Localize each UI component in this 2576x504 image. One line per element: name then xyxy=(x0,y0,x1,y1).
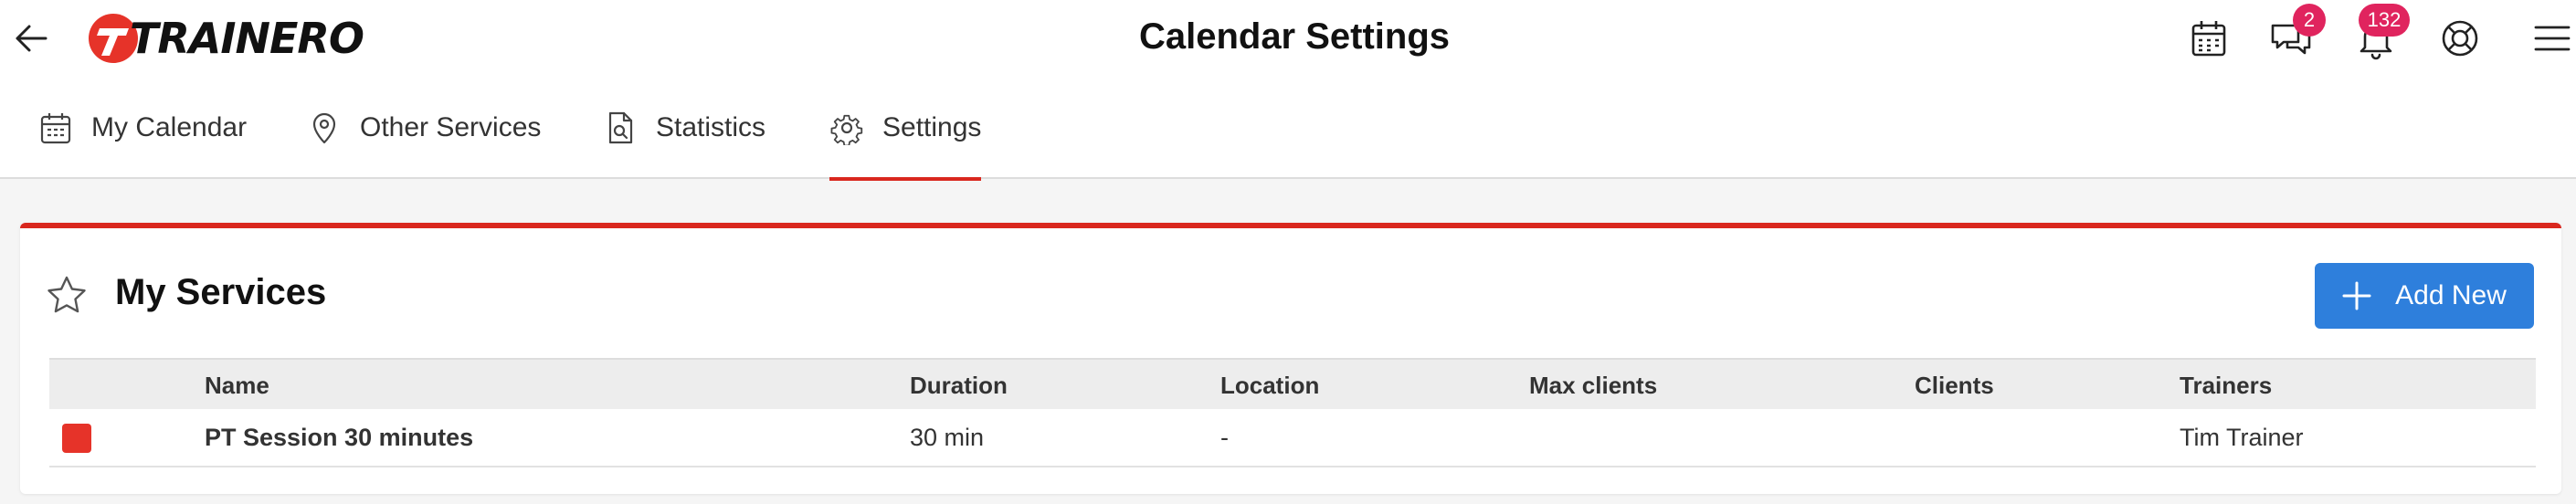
table-header: Name Duration Location Max clients Clien… xyxy=(49,358,2536,409)
add-new-label: Add New xyxy=(2395,280,2507,310)
star-icon[interactable] xyxy=(46,274,88,316)
tab-other-services[interactable]: Other Services xyxy=(307,77,541,179)
column-header-location[interactable]: Location xyxy=(1220,360,1319,411)
gear-icon xyxy=(830,114,863,145)
document-search-icon xyxy=(608,111,633,144)
service-location: - xyxy=(1220,424,1229,451)
add-new-button[interactable]: Add New xyxy=(2315,263,2534,329)
lifebuoy-icon[interactable] xyxy=(2438,16,2482,60)
tab-label: Settings xyxy=(882,112,982,142)
table-row[interactable]: PT Session 30 minutes 30 min - Tim Train… xyxy=(49,409,2536,467)
chat-badge: 2 xyxy=(2293,4,2326,37)
notifications-badge: 132 xyxy=(2359,4,2410,37)
section-title: My Services xyxy=(115,272,327,312)
top-bar: TRAINERO Calendar Settings 2 132 xyxy=(0,0,2576,77)
column-header-max-clients[interactable]: Max clients xyxy=(1529,360,1657,411)
plus-icon xyxy=(2342,281,2371,310)
service-color-swatch xyxy=(62,424,91,453)
tab-label: Statistics xyxy=(656,112,766,142)
menu-icon[interactable] xyxy=(2530,16,2574,60)
column-header-duration[interactable]: Duration xyxy=(910,360,1008,411)
map-pin-icon xyxy=(312,112,336,144)
tab-bar: My Calendar Other Services Statistics Se… xyxy=(0,77,2576,181)
column-header-trainers[interactable]: Trainers xyxy=(2180,360,2272,411)
calendar-icon[interactable] xyxy=(2187,16,2231,60)
tab-my-calendar[interactable]: My Calendar xyxy=(38,77,247,179)
tab-label: My Calendar xyxy=(91,112,248,142)
tab-settings[interactable]: Settings xyxy=(829,77,982,181)
calendar-icon xyxy=(40,113,71,144)
column-header-clients[interactable]: Clients xyxy=(1915,360,1994,411)
my-services-card: My Services Add New Name Duration Locati… xyxy=(20,223,2561,494)
column-header-name[interactable]: Name xyxy=(205,360,269,411)
tab-label: Other Services xyxy=(360,112,542,142)
tab-statistics[interactable]: Statistics xyxy=(603,77,765,179)
service-trainers: Tim Trainer xyxy=(2180,424,2304,451)
service-name: PT Session 30 minutes xyxy=(205,424,474,451)
service-duration: 30 min xyxy=(910,424,985,451)
